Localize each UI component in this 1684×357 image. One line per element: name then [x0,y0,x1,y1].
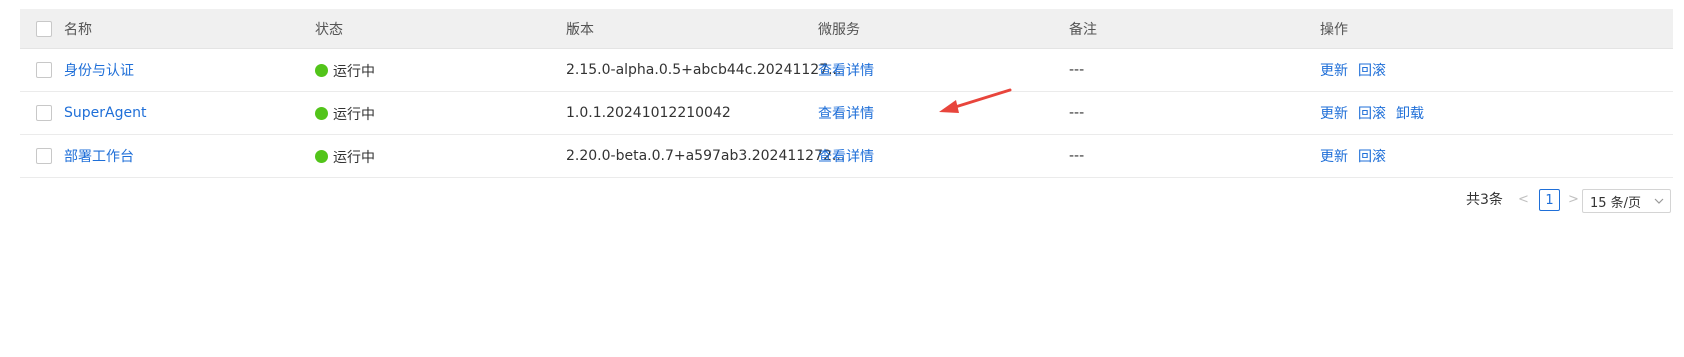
status-cell: 运行中 [315,135,375,177]
column-header-version: 版本 [566,21,594,38]
status-dot-icon [315,149,328,163]
status-cell: 运行中 [315,49,375,91]
uninstall-link[interactable]: 卸载 [1396,103,1424,123]
version-text: 1.0.1.20241012210042 [566,105,731,121]
pagination-total: 共3条 [1466,192,1503,208]
rollback-link[interactable]: 回滚 [1358,60,1386,80]
status-text: 运行中 [333,64,375,80]
view-details-link[interactable]: 查看详情 [818,60,874,80]
select-all-checkbox[interactable] [36,20,52,37]
column-header-status: 状态 [315,21,343,38]
table-row: 部署工作台 运行中 2.20.0-beta.0.7+a597ab3.202411… [20,135,1673,178]
note-text: --- [1069,62,1085,78]
row-checkbox[interactable] [36,148,52,164]
app-name-link[interactable]: SuperAgent [64,105,146,121]
column-header-note: 备注 [1069,21,1097,38]
page-size-value: 15 条/页 [1590,195,1642,211]
chevron-down-icon [1654,195,1664,210]
app-list-page: 名称 状态 版本 微服务 备注 操作 身份与认证 运行中 2.15.0-alph… [0,0,1684,357]
prev-page-icon[interactable]: < [1518,192,1529,208]
table-header: 名称 状态 版本 微服务 备注 操作 [20,9,1673,49]
row-checkbox[interactable] [36,62,52,78]
row-checkbox[interactable] [36,105,52,121]
note-text: --- [1069,148,1085,164]
column-header-actions: 操作 [1320,21,1348,38]
actions-cell: 更新 回滚 [1320,49,1396,91]
table-row: SuperAgent 运行中 1.0.1.20241012210042 查看详情… [20,92,1673,135]
next-page-icon[interactable]: > [1568,192,1579,208]
version-text: 2.15.0-alpha.0.5+abcb44c.20241127... [566,62,842,78]
version-text: 2.20.0-beta.0.7+a597ab3.202411272... [566,148,846,164]
app-table: 名称 状态 版本 微服务 备注 操作 身份与认证 运行中 2.15.0-alph… [20,9,1673,178]
update-link[interactable]: 更新 [1320,60,1348,80]
status-dot-icon [315,63,328,77]
view-details-link[interactable]: 查看详情 [818,103,874,123]
actions-cell: 更新 回滚 [1320,135,1396,177]
update-link[interactable]: 更新 [1320,146,1348,166]
note-text: --- [1069,105,1085,121]
page-size-select[interactable]: 15 条/页 [1582,189,1671,213]
status-cell: 运行中 [315,92,375,134]
status-text: 运行中 [333,150,375,166]
app-name-link[interactable]: 部署工作台 [64,146,134,166]
table-row: 身份与认证 运行中 2.15.0-alpha.0.5+abcb44c.20241… [20,49,1673,92]
page-number-current[interactable]: 1 [1539,189,1560,211]
column-header-microservice: 微服务 [818,21,860,38]
column-header-name: 名称 [64,21,92,38]
rollback-link[interactable]: 回滚 [1358,103,1386,123]
app-name-link[interactable]: 身份与认证 [64,60,134,80]
status-dot-icon [315,106,328,120]
actions-cell: 更新 回滚 卸载 [1320,92,1434,134]
update-link[interactable]: 更新 [1320,103,1348,123]
view-details-link[interactable]: 查看详情 [818,146,874,166]
status-text: 运行中 [333,107,375,123]
rollback-link[interactable]: 回滚 [1358,146,1386,166]
